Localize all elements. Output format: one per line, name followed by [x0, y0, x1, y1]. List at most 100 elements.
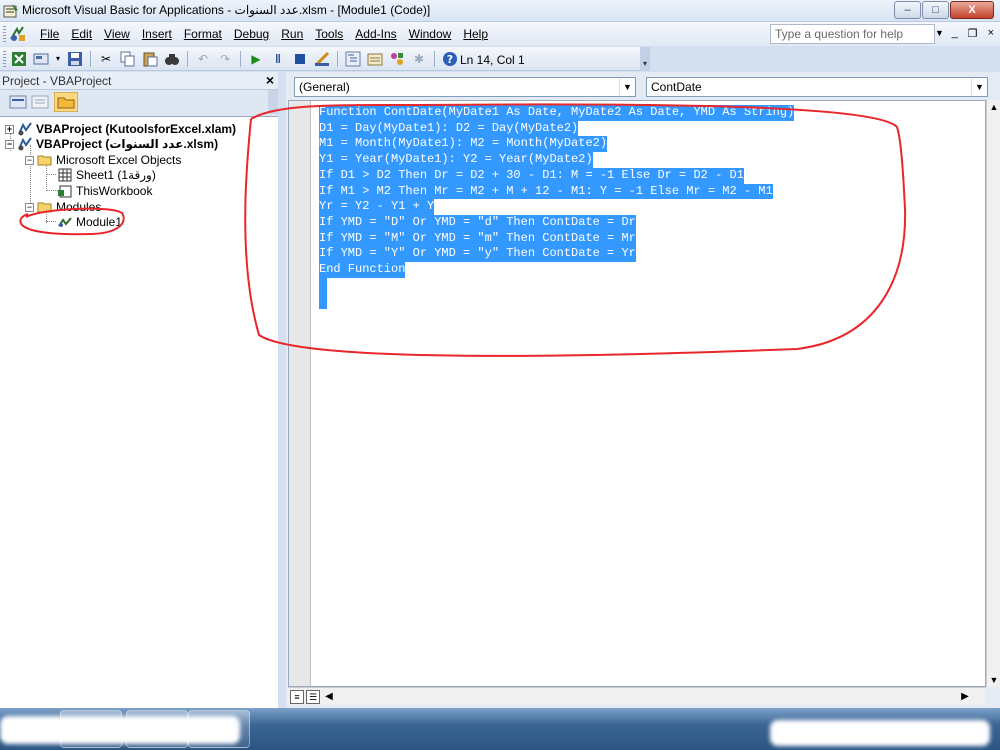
project-explorer-icon[interactable] — [344, 50, 362, 68]
folder-open-icon — [37, 155, 52, 166]
code-line[interactable]: Yr = Y2 - Y1 + Y — [319, 199, 435, 215]
expand-icon[interactable]: + — [5, 124, 14, 134]
code-horizontal-scrollbar[interactable]: ≡ ☰ ◀ ▶ — [288, 687, 986, 705]
run-icon[interactable]: ▶ — [247, 50, 265, 68]
tree-label: Modules — [56, 200, 102, 214]
vbaproject-icon — [18, 122, 32, 136]
procedure-combo-value: ContDate — [651, 80, 702, 94]
procedure-combo[interactable]: ContDate ▼ — [646, 77, 988, 97]
dropdown-arrow-icon[interactable]: ▾ — [54, 50, 62, 68]
scroll-right-icon[interactable]: ▶ — [958, 689, 972, 705]
code-line[interactable]: M1 = Month(MyDate1): M2 = Month(MyDate2) — [319, 136, 608, 153]
excel-view-icon[interactable] — [9, 25, 27, 43]
tree-node-thisworkbook[interactable]: ThisWorkbook — [57, 183, 152, 199]
scroll-up-icon[interactable]: ▲ — [988, 100, 1000, 114]
toggle-folders-icon[interactable] — [54, 92, 78, 112]
find-icon[interactable] — [163, 50, 181, 68]
close-button[interactable]: X — [950, 1, 994, 19]
toolbar-options-icon[interactable]: ▾ — [640, 47, 650, 71]
tree-node-excel-objects[interactable]: − Microsoft Excel Objects — [25, 152, 181, 168]
chevron-down-icon[interactable]: ▼ — [619, 78, 635, 96]
pane-splitter[interactable] — [278, 72, 286, 708]
scroll-left-icon[interactable]: ◀ — [322, 689, 336, 705]
menu-file[interactable]: File — [34, 27, 65, 41]
redo-icon[interactable]: ↷ — [216, 50, 234, 68]
scroll-down-icon[interactable]: ▼ — [988, 673, 1000, 687]
mdi-restore-button[interactable]: ❐ — [968, 27, 978, 40]
insert-module-icon[interactable] — [32, 50, 50, 68]
undo-icon[interactable]: ↶ — [194, 50, 212, 68]
full-module-view-icon[interactable]: ☰ — [306, 690, 320, 704]
cut-icon[interactable]: ✂ — [97, 50, 115, 68]
module-icon — [58, 217, 72, 227]
cursor-position: Ln 14, Col 1 — [460, 53, 525, 67]
mdi-close-button[interactable]: × — [988, 27, 994, 40]
code-line[interactable]: Y1 = Year(MyDate1): Y2 = Year(MyDate2) — [319, 152, 593, 168]
code-line[interactable]: D1 = Day(MyDate1): D2 = Day(MyDate2) — [319, 120, 579, 137]
tree-label: VBAProject (KutoolsforExcel.xlam) — [36, 122, 237, 136]
menu-window[interactable]: Window — [403, 27, 458, 41]
copy-icon[interactable] — [119, 50, 137, 68]
view-object-icon[interactable] — [30, 93, 50, 111]
maximize-button[interactable]: □ — [922, 1, 949, 19]
view-excel-icon[interactable] — [10, 50, 28, 68]
toolbox-icon[interactable]: ✱ — [410, 50, 428, 68]
menu-help[interactable]: Help — [457, 27, 494, 41]
windows-taskbar — [0, 708, 1000, 750]
grip-handle[interactable] — [3, 26, 6, 42]
reset-icon[interactable] — [291, 50, 309, 68]
code-line[interactable]: If M1 > M2 Then Mr = M2 + M + 12 - M1: Y… — [319, 183, 773, 200]
tree-node-module1[interactable]: Module1 — [57, 214, 122, 230]
chevron-down-icon[interactable]: ▼ — [971, 78, 987, 96]
menu-debug[interactable]: Debug — [228, 27, 275, 41]
code-editor[interactable]: Function ContDate(MyDate1 As Date, MyDat… — [244, 100, 986, 687]
margin-indicator-bar[interactable] — [289, 101, 311, 686]
tree-node-sheet1[interactable]: Sheet1 (ورقة1) — [57, 167, 156, 183]
code-line[interactable]: Function ContDate(MyDate1 As Date, MyDat… — [319, 105, 795, 121]
object-browser-icon[interactable] — [388, 50, 406, 68]
grip-handle[interactable] — [3, 51, 6, 67]
tree-node-modules[interactable]: − Modules — [25, 199, 101, 215]
collapse-icon[interactable]: − — [25, 155, 34, 165]
menu-edit[interactable]: Edit — [65, 27, 98, 41]
redacted-area — [0, 716, 240, 744]
code-line[interactable]: If YMD = "D" Or YMD = "d" Then ContDate … — [319, 214, 636, 231]
menu-view[interactable]: View — [98, 27, 136, 41]
code-line[interactable]: If YMD = "Y" Or YMD = "y" Then ContDate … — [319, 246, 636, 263]
tree-node-current-project[interactable]: − VBAProject (عدد السنوات.xlsm) — [5, 136, 218, 152]
paste-icon[interactable] — [141, 50, 159, 68]
vba-app-icon — [3, 4, 18, 18]
title-bar: Microsoft Visual Basic for Applications … — [0, 0, 1000, 22]
code-line[interactable]: If D1 > D2 Then Dr = D2 + 30 - D1: M = -… — [319, 167, 744, 184]
tree-label: VBAProject (عدد السنوات.xlsm) — [36, 137, 219, 151]
code-lines[interactable]: Function ContDate(MyDate1 As Date, MyDat… — [319, 105, 795, 309]
project-pane-scrollbar[interactable] — [268, 90, 278, 114]
collapse-icon[interactable]: − — [25, 202, 34, 212]
view-code-icon[interactable] — [8, 93, 28, 111]
menu-insert[interactable]: Insert — [136, 27, 178, 41]
help-dropdown-arrow-icon[interactable]: ▼ — [935, 28, 944, 38]
code-line[interactable]: End Function — [319, 262, 406, 278]
menu-format[interactable]: Format — [178, 27, 228, 41]
mdi-minimize-button[interactable]: _ — [952, 27, 958, 40]
menu-run[interactable]: Run — [275, 27, 309, 41]
break-icon[interactable]: ǁ — [269, 50, 287, 68]
collapse-icon[interactable]: − — [5, 139, 14, 149]
minimize-button[interactable]: – — [894, 1, 921, 19]
menu-tools[interactable]: Tools — [309, 27, 349, 41]
help-search-input[interactable]: Type a question for help — [770, 24, 935, 44]
object-combo-value: (General) — [299, 80, 350, 94]
code-vertical-scrollbar[interactable]: ▲ ▼ — [986, 100, 1000, 687]
menu-add-ins[interactable]: Add-Ins — [349, 27, 402, 41]
code-line[interactable]: If YMD = "M" Or YMD = "m" Then ContDate … — [319, 230, 636, 247]
properties-window-icon[interactable] — [366, 50, 384, 68]
tree-node-kutools-project[interactable]: + VBAProject (KutoolsforExcel.xlam) — [5, 121, 236, 137]
project-pane-close-icon[interactable]: × — [266, 72, 274, 88]
save-icon[interactable] — [66, 50, 84, 68]
design-mode-icon[interactable] — [313, 50, 331, 68]
help-icon[interactable]: ? — [441, 50, 459, 68]
folder-open-icon — [37, 202, 52, 213]
svg-text:?: ? — [447, 53, 453, 66]
object-combo[interactable]: (General) ▼ — [294, 77, 636, 97]
procedure-view-icon[interactable]: ≡ — [290, 690, 304, 704]
